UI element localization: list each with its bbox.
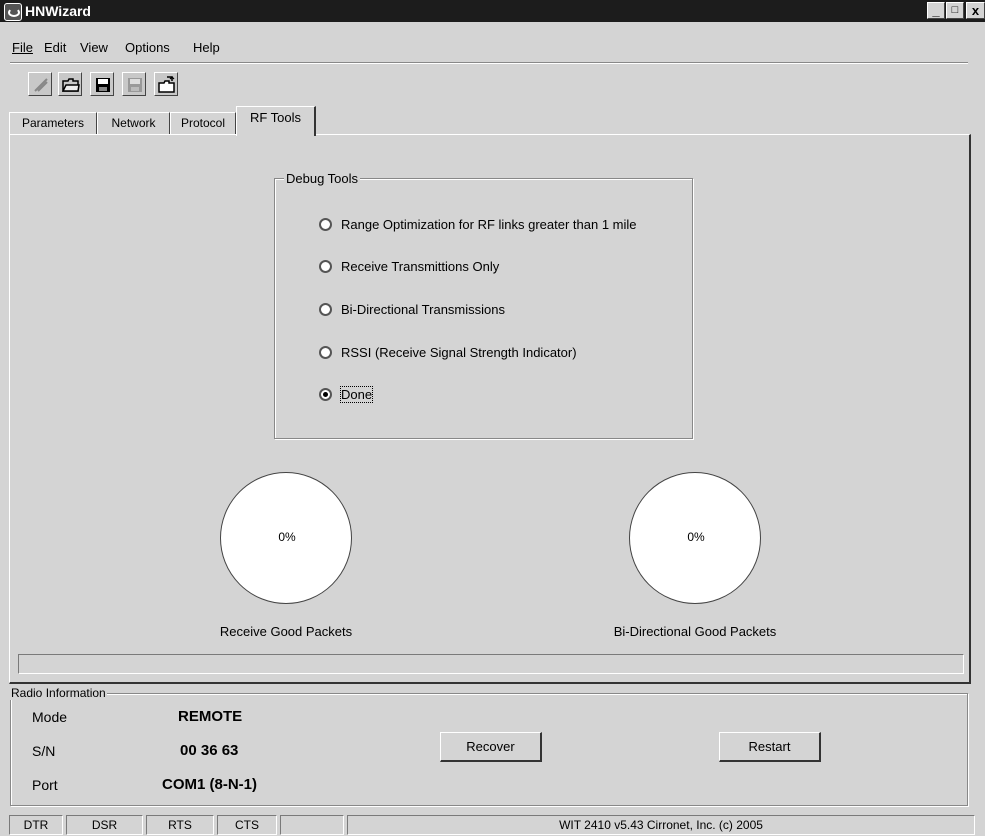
menu-item-edit-label: Edit — [44, 40, 67, 55]
menu-item-file-label: File — [12, 40, 33, 55]
radio-bi-directional[interactable]: Bi-Directional Transmissions — [319, 302, 679, 322]
load-file-button[interactable] — [154, 72, 178, 96]
sn-key: S/N — [32, 743, 56, 759]
bi-directional-good-packets-label: Bi-Directional Good Packets — [613, 624, 777, 639]
status-blank-1 — [280, 815, 344, 835]
radio-done-label: Done — [339, 386, 374, 403]
open-button[interactable] — [58, 72, 82, 96]
radio-rssi-circle[interactable] — [319, 346, 332, 359]
radio-bi-directional-label: Bi-Directional Transmissions — [341, 302, 505, 317]
recover-button[interactable]: Recover — [440, 732, 542, 762]
status-dtr: DTR — [9, 815, 63, 835]
open-folder-icon — [62, 78, 80, 92]
progress-bar — [18, 654, 964, 674]
debug-tools-legend: Debug Tools — [284, 171, 361, 186]
sn-value: 00 36 63 — [180, 742, 239, 759]
bi-directional-good-packets-gauge: 0% — [629, 472, 761, 604]
connect-icon — [34, 78, 48, 92]
radio-receive-only-circle[interactable] — [319, 260, 332, 273]
radio-range-optimization[interactable]: Range Optimization for RF links greater … — [319, 217, 679, 237]
menu-item-file[interactable]: File — [12, 40, 33, 55]
save-disk-icon — [96, 78, 110, 92]
connect-button[interactable] — [28, 72, 52, 96]
app-icon[interactable] — [4, 3, 22, 21]
menu-item-view[interactable]: View — [80, 40, 108, 55]
radio-done-circle[interactable] — [319, 388, 332, 401]
tab-rf-tools[interactable]: RF Tools — [236, 106, 316, 136]
restart-button[interactable]: Restart — [719, 732, 821, 762]
radio-bi-directional-circle[interactable] — [319, 303, 332, 316]
tab-network[interactable]: Network — [97, 112, 170, 134]
status-info: WIT 2410 v5.43 Cirronet, Inc. (c) 2005 — [347, 815, 975, 835]
menu-item-options-label: Options — [125, 40, 170, 55]
menu-item-help[interactable]: Help — [193, 40, 220, 55]
minimize-button[interactable]: _ — [927, 2, 945, 19]
radio-receive-only-label: Receive Transmittions Only — [341, 259, 500, 274]
maximize-button[interactable]: □ — [946, 2, 964, 19]
status-rts: RTS — [146, 815, 214, 835]
open-file-icon — [158, 76, 175, 93]
menu-separator — [10, 62, 968, 64]
tab-protocol[interactable]: Protocol — [170, 112, 236, 134]
menu-item-edit[interactable]: Edit — [44, 40, 66, 55]
status-cts: CTS — [217, 815, 277, 835]
window-title: HNWizard — [25, 3, 91, 19]
radio-information-legend: Radio Information — [10, 686, 107, 700]
receive-good-packets-gauge: 0% — [220, 472, 352, 604]
radio-done[interactable]: Done — [319, 386, 679, 407]
radio-receive-only[interactable]: Receive Transmittions Only — [319, 259, 679, 279]
mode-value: REMOTE — [178, 708, 243, 725]
save-as-button[interactable] — [122, 72, 146, 96]
bi-directional-good-packets-value: 0% — [687, 530, 705, 544]
radio-range-optimization-circle[interactable] — [319, 218, 332, 231]
save-button[interactable] — [90, 72, 114, 96]
port-value: COM1 (8-N-1) — [162, 776, 258, 793]
status-dsr: DSR — [66, 815, 143, 835]
port-key: Port — [32, 777, 58, 793]
receive-good-packets-label: Receive Good Packets — [219, 624, 353, 639]
tab-parameters[interactable]: Parameters — [9, 112, 97, 134]
disabled-save-icon — [128, 78, 142, 92]
menu-item-options[interactable]: Options — [125, 40, 170, 55]
radio-range-optimization-label: Range Optimization for RF links greater … — [341, 217, 637, 232]
close-button[interactable]: x — [966, 2, 985, 19]
menu-item-help-label: Help — [193, 40, 220, 55]
receive-good-packets-value: 0% — [278, 530, 296, 544]
radio-rssi-label: RSSI (Receive Signal Strength Indicator) — [341, 345, 577, 360]
title-bar: HNWizard _ □ x — [0, 0, 985, 22]
menu-item-view-label: View — [80, 40, 108, 55]
radio-rssi[interactable]: RSSI (Receive Signal Strength Indicator) — [319, 345, 679, 365]
mode-key: Mode — [32, 709, 68, 725]
